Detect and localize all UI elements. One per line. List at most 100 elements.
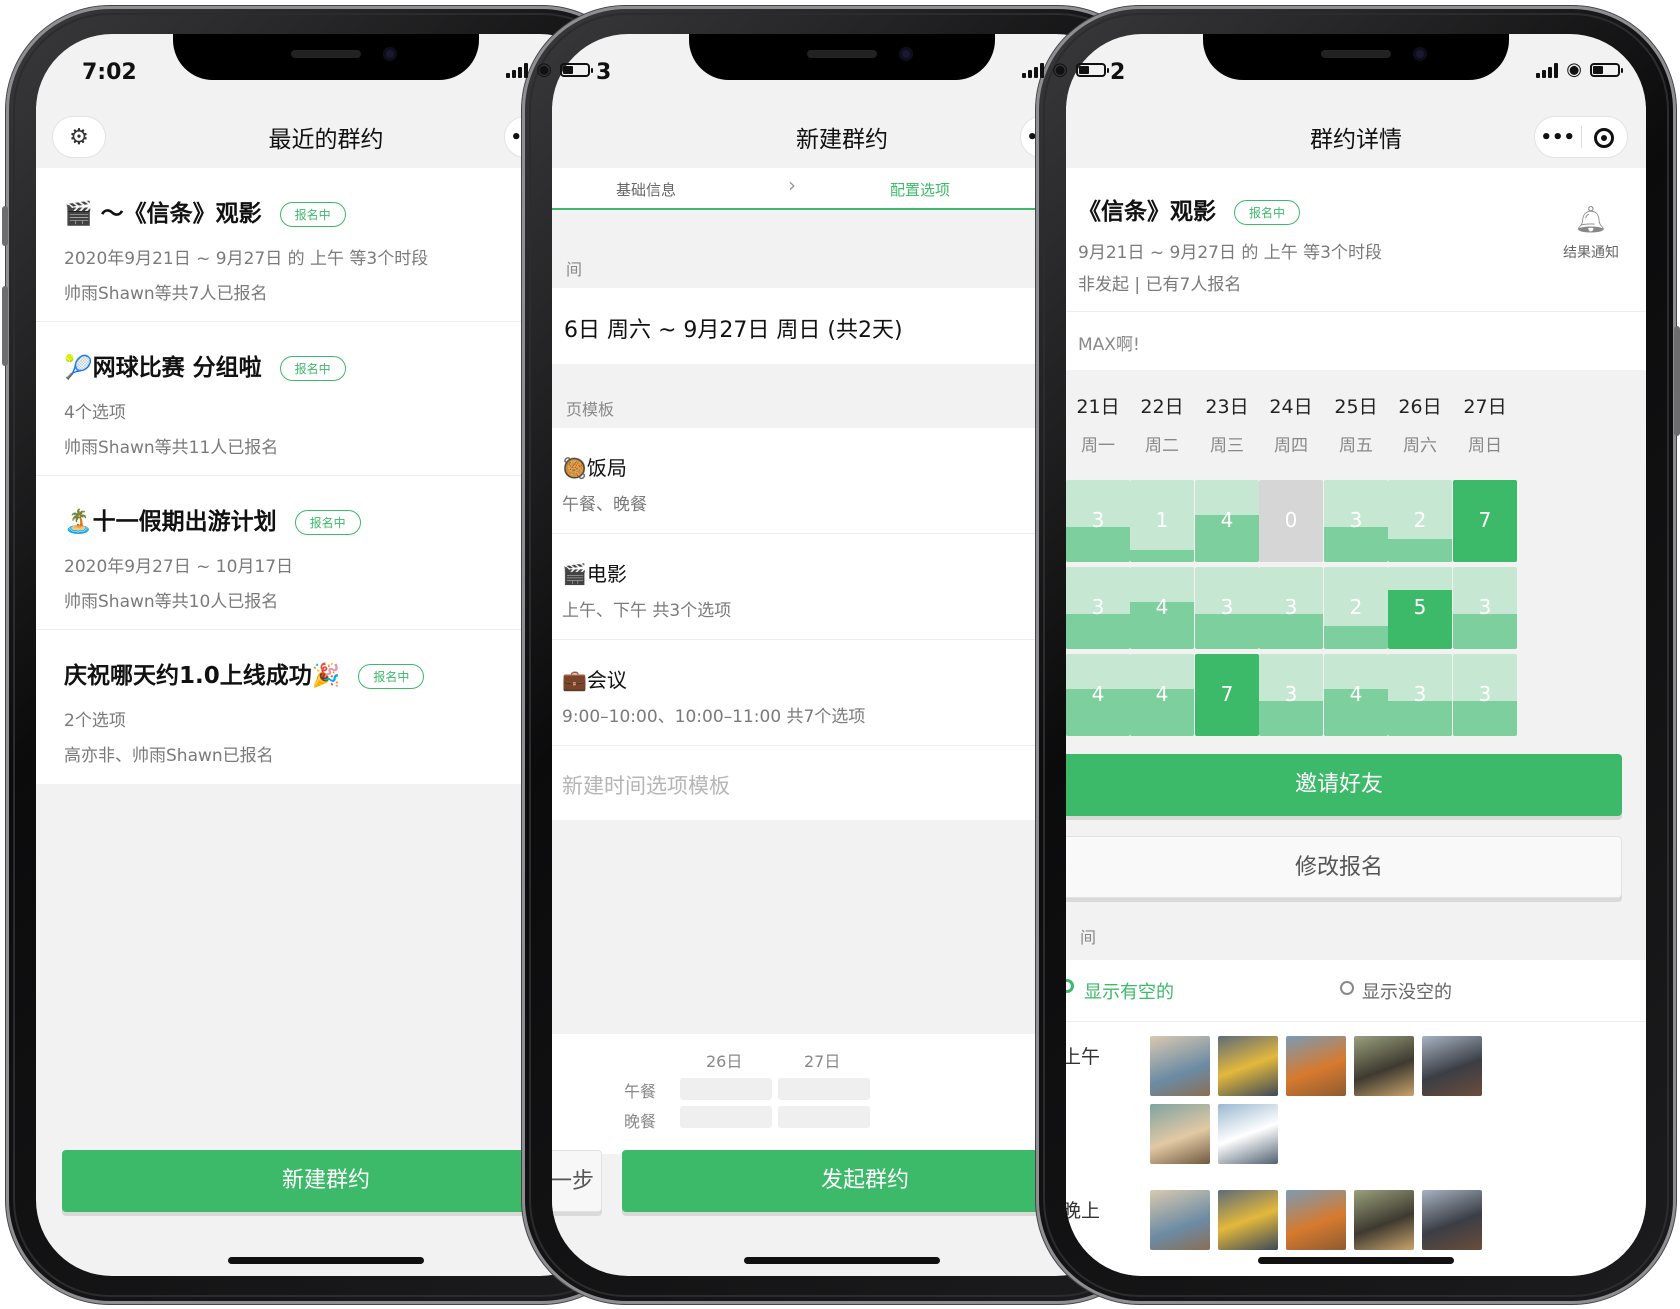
result-notify-label: 结果通知 bbox=[1563, 245, 1619, 261]
event-subtitle: 9月21日 ~ 9月27日 的 上午 等3个时段 bbox=[1078, 243, 1382, 263]
power-button bbox=[1674, 326, 1680, 436]
availability-count: 0 bbox=[1284, 508, 1298, 532]
mute-switch bbox=[2, 206, 8, 246]
settings-button[interactable]: ⚙ bbox=[52, 116, 106, 158]
availability-cell[interactable]: 3 bbox=[1324, 480, 1388, 562]
availability-cell[interactable]: 4 bbox=[1324, 654, 1388, 736]
availability-cell[interactable]: 3 bbox=[1259, 567, 1323, 649]
wifi-icon: ◉ bbox=[536, 59, 552, 80]
availability-cell[interactable]: 4 bbox=[1066, 654, 1130, 736]
template-name: 🎬电影 bbox=[562, 562, 627, 586]
new-event-button[interactable]: 新建群约 bbox=[62, 1150, 590, 1212]
battery-icon bbox=[1590, 63, 1623, 77]
step-config-options[interactable]: 配置选项 bbox=[890, 179, 950, 200]
day-date: 25日 bbox=[1334, 396, 1378, 418]
availability-cell[interactable]: 7 bbox=[1453, 480, 1517, 562]
page-title: 群约详情 bbox=[1310, 127, 1402, 153]
availability-fill bbox=[1259, 614, 1323, 649]
item-subtitle: 4个选项 bbox=[64, 403, 126, 423]
avatar[interactable] bbox=[1150, 1104, 1210, 1164]
avatar[interactable] bbox=[1354, 1190, 1414, 1250]
avatar[interactable] bbox=[1286, 1036, 1346, 1096]
volume-up-button bbox=[2, 286, 8, 366]
avatar[interactable] bbox=[1218, 1190, 1278, 1250]
item-participants: 帅雨Shawn等共10人已报名 bbox=[64, 592, 279, 612]
preview-row-label: 午餐 bbox=[624, 1082, 657, 1101]
screen-event-detail: 2 ◉ 群约详情 ••• 《信条》观影 报名中 9月21日 ~ 9月27日 的 上… bbox=[1066, 34, 1646, 1276]
avatar[interactable] bbox=[1218, 1036, 1278, 1096]
availability-cell[interactable]: 5 bbox=[1388, 567, 1452, 649]
avatar[interactable] bbox=[1422, 1190, 1482, 1250]
item-participants: 高亦非、帅雨Shawn已报名 bbox=[64, 746, 274, 766]
item-subtitle: 2个选项 bbox=[64, 711, 126, 731]
availability-cell[interactable]: 3 bbox=[1453, 567, 1517, 649]
availability-fill bbox=[1259, 701, 1323, 736]
chevron-right-icon: › bbox=[788, 173, 796, 197]
filter-show-available[interactable]: 显示有空的 bbox=[1084, 978, 1174, 1004]
phone-frame-3: 2 ◉ 群约详情 ••• 《信条》观影 报名中 9月21日 ~ 9月27日 的 上… bbox=[1036, 6, 1680, 1304]
item-title: 🎬 ～《信条》观影 bbox=[64, 201, 262, 227]
page-title: 新建群约 bbox=[796, 127, 888, 153]
avatar[interactable] bbox=[1422, 1036, 1482, 1096]
availability-count: 4 bbox=[1349, 682, 1363, 706]
availability-cell[interactable]: 1 bbox=[1130, 480, 1194, 562]
event-note: MAX啊! bbox=[1078, 335, 1140, 355]
template-name: 💼会议 bbox=[562, 668, 627, 692]
slot-label: 晚上 bbox=[1066, 1200, 1101, 1222]
radio-checked-icon[interactable] bbox=[1066, 979, 1074, 993]
avatar[interactable] bbox=[1150, 1190, 1210, 1250]
availability-cell[interactable]: 3 bbox=[1259, 654, 1323, 736]
availability-fill bbox=[1388, 539, 1452, 562]
availability-cell[interactable]: 3 bbox=[1388, 654, 1452, 736]
signal-icon bbox=[1536, 62, 1559, 78]
slot-attendees: 上午 晚上 bbox=[1066, 1022, 1646, 1276]
day-column: 21日 周一 bbox=[1066, 392, 1130, 456]
radio-unchecked-icon[interactable] bbox=[1340, 981, 1354, 995]
availability-cell[interactable]: 4 bbox=[1130, 654, 1194, 736]
availability-grid: 3 1 4 0 3 2 7 3 4 3 3 2 5 3 4 4 7 3 4 3 3 bbox=[1066, 480, 1646, 740]
availability-cell[interactable]: 4 bbox=[1130, 567, 1194, 649]
template-desc: 午餐、晚餐 bbox=[562, 495, 647, 515]
avatar[interactable] bbox=[1286, 1190, 1346, 1250]
day-weekday: 周三 bbox=[1210, 436, 1244, 456]
avatar[interactable] bbox=[1218, 1104, 1278, 1164]
availability-cell[interactable]: 7 bbox=[1195, 654, 1259, 736]
availability-cell[interactable]: 3 bbox=[1195, 567, 1259, 649]
availability-cell[interactable]: 3 bbox=[1066, 567, 1130, 649]
availability-cell[interactable]: 2 bbox=[1324, 567, 1388, 649]
step-basic-info[interactable]: 基础信息 bbox=[616, 179, 676, 200]
status-badge: 报名中 bbox=[279, 356, 346, 381]
close-button[interactable] bbox=[1582, 127, 1628, 148]
result-notify-button[interactable]: 🔔︎ 结果通知 bbox=[1556, 206, 1626, 262]
availability-cell[interactable]: 4 bbox=[1195, 480, 1259, 562]
day-weekday: 周二 bbox=[1145, 436, 1179, 456]
template-desc: 上午、下午 共3个选项 bbox=[562, 601, 732, 621]
event-title: 《信条》观影 bbox=[1078, 199, 1216, 225]
more-button[interactable]: ••• bbox=[1535, 127, 1581, 148]
battery-icon bbox=[1076, 63, 1109, 77]
battery-icon bbox=[560, 63, 593, 77]
previous-step-button[interactable]: 一步 bbox=[552, 1150, 602, 1212]
availability-count: 3 bbox=[1478, 682, 1492, 706]
avatar[interactable] bbox=[1150, 1036, 1210, 1096]
availability-count: 3 bbox=[1284, 595, 1298, 619]
filter-show-unavailable[interactable]: 显示没空的 bbox=[1362, 978, 1452, 1004]
invite-friends-button[interactable]: 邀请好友 bbox=[1066, 754, 1622, 816]
availability-count: 5 bbox=[1413, 595, 1427, 619]
availability-cell[interactable]: 0 bbox=[1259, 480, 1323, 562]
avatar[interactable] bbox=[1354, 1036, 1414, 1096]
availability-cell[interactable]: 2 bbox=[1388, 480, 1452, 562]
home-indicator bbox=[744, 1257, 940, 1264]
status-icons: ◉ bbox=[506, 59, 593, 80]
status-badge: 报名中 bbox=[358, 664, 425, 689]
availability-fill bbox=[1453, 614, 1517, 649]
availability-cell[interactable]: 3 bbox=[1066, 480, 1130, 562]
availability-fill bbox=[1195, 614, 1259, 649]
edit-signup-button[interactable]: 修改报名 bbox=[1066, 836, 1622, 898]
availability-count: 7 bbox=[1220, 682, 1234, 706]
availability-count: 3 bbox=[1413, 682, 1427, 706]
availability-cell[interactable]: 3 bbox=[1453, 654, 1517, 736]
slot-section-label: 间 bbox=[1080, 928, 1097, 947]
preview-cell bbox=[778, 1106, 870, 1128]
item-title: 🎾网球比赛 分组啦 bbox=[64, 355, 262, 381]
